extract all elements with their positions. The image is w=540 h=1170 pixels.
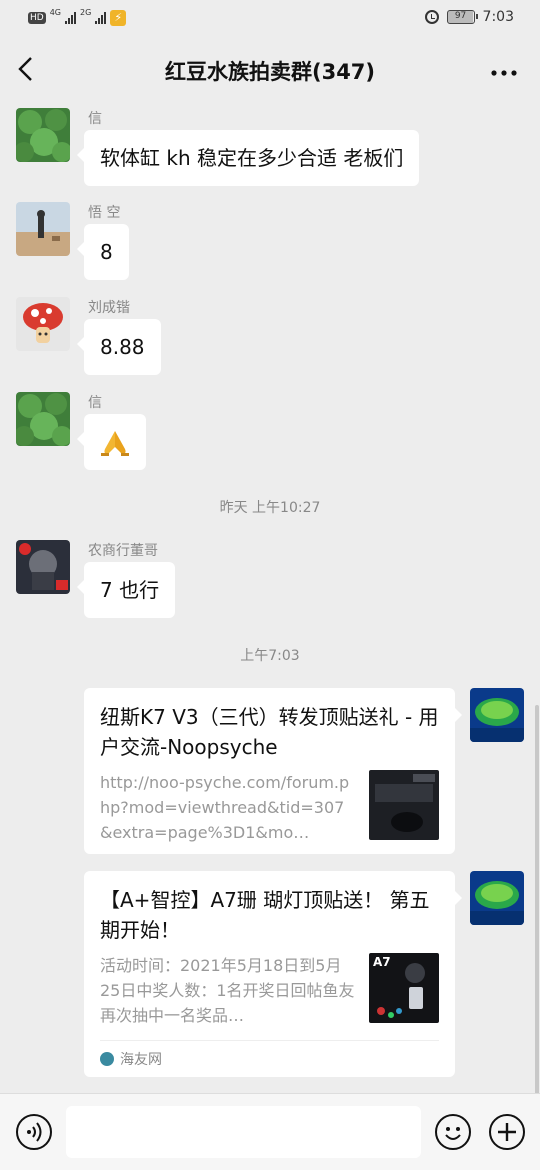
plus-icon[interactable] — [489, 1114, 525, 1150]
sender-name: 农商行董哥 — [88, 543, 158, 559]
card-thumbnail — [369, 770, 439, 840]
status-time: 7:03 — [482, 9, 514, 25]
chat-timestamp: 上午7:03 — [240, 648, 300, 664]
sender-name: 信 — [88, 395, 102, 411]
card-thumbnail-label: A7 — [373, 955, 391, 969]
sender-name: 悟 空 — [88, 205, 121, 221]
avatar[interactable] — [470, 688, 524, 742]
input-bar — [0, 1093, 540, 1170]
message-input[interactable] — [66, 1106, 421, 1158]
hd-badge: HD — [28, 12, 46, 24]
network-type-2: 2G — [80, 8, 92, 17]
message-bubble[interactable]: 8 — [77, 224, 129, 280]
link-card[interactable]: 纽斯K7 V3（三代）转发顶贴送礼 - 用户交流-Noopsyche http:… — [84, 688, 462, 854]
card-description: 活动时间：2021年5月18日到5月25日中奖人数：1名开奖日回帖鱼友再次抽中一… — [100, 956, 355, 1025]
signal-icon — [95, 12, 107, 24]
card-source: 海友网 — [100, 1040, 439, 1069]
alarm-icon — [424, 10, 439, 24]
avatar[interactable] — [16, 392, 70, 446]
card-source-name: 海友网 — [120, 1052, 162, 1068]
network-type-1: 4G — [49, 8, 61, 17]
link-card[interactable]: 【A+智控】A7珊 瑚灯顶贴送！ 第五期开始！ 活动时间：2021年5月18日到… — [84, 871, 462, 1077]
card-title: 纽斯K7 V3（三代）转发顶贴送礼 - 用户交流-Noopsyche — [100, 705, 439, 759]
source-icon — [100, 1052, 114, 1066]
avatar[interactable] — [16, 540, 70, 594]
chat-title: 红豆水族拍卖群(347) — [164, 60, 376, 84]
chat-header: 红豆水族拍卖群(347) — [0, 38, 540, 104]
card-description: http://noo-psyche.com/forum.php?mod=view… — [100, 773, 350, 842]
card-title: 【A+智控】A7珊 瑚灯顶贴送！ 第五期开始！ — [100, 888, 430, 942]
avatar[interactable] — [16, 297, 70, 351]
scrollbar[interactable] — [535, 705, 539, 1095]
more-icon[interactable] — [490, 54, 518, 84]
voice-icon[interactable] — [16, 1114, 52, 1150]
avatar[interactable] — [16, 108, 70, 162]
avatar[interactable] — [470, 871, 524, 925]
message-bubble[interactable] — [77, 414, 146, 470]
message-bubble[interactable]: 8.88 — [77, 319, 161, 375]
message-bubble[interactable]: 软体缸 kh 稳定在多少合适 老板们 — [76, 130, 420, 186]
sender-name: 刘成锴 — [88, 300, 130, 316]
signal-icon — [65, 12, 76, 24]
avatar[interactable] — [16, 202, 70, 256]
chat-timestamp: 昨天 上午10:27 — [219, 500, 321, 516]
battery-icon: 97 — [446, 10, 478, 24]
sender-name: 信 — [88, 111, 102, 127]
power-saving-icon: ⚡ — [110, 10, 127, 26]
card-thumbnail: A7 — [369, 953, 439, 1023]
status-bar: HD 4G 2G ⚡ 97 7:03 — [0, 0, 540, 38]
message-bubble[interactable]: 7 也行 — [76, 562, 176, 618]
emoji-icon[interactable] — [435, 1114, 471, 1150]
praying-hands-icon — [101, 431, 129, 456]
